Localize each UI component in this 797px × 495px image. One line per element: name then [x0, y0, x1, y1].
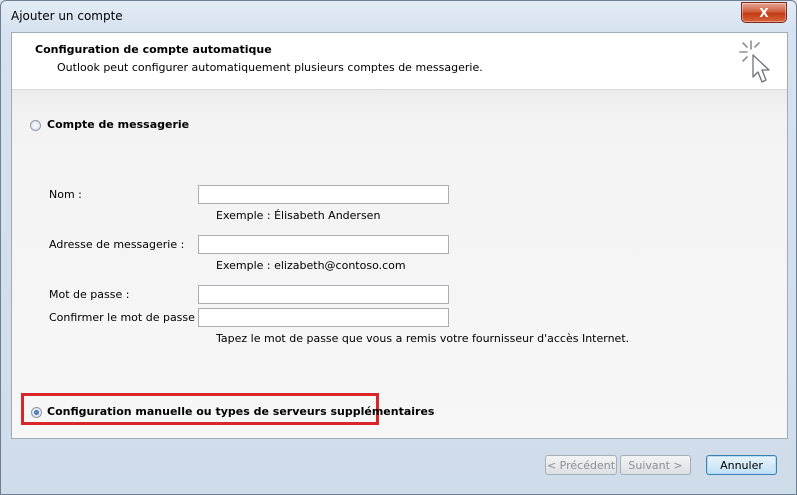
close-button[interactable]: X — [741, 2, 787, 23]
dialog-window: Ajouter un compte X Configuration de com… — [0, 0, 797, 495]
name-label: Nom : — [49, 188, 82, 201]
manual-config-radio-label[interactable]: Configuration manuelle ou types de serve… — [47, 405, 434, 418]
confirm-password-label: Confirmer le mot de passe : — [49, 311, 203, 324]
cancel-button[interactable]: Annuler — [706, 455, 777, 475]
close-icon: X — [759, 5, 769, 20]
manual-config-radio[interactable] — [31, 407, 42, 418]
previous-button[interactable]: < Précédent — [545, 455, 617, 475]
wizard-header: Configuration de compte automatique Outl… — [12, 33, 787, 90]
email-field[interactable] — [198, 235, 449, 254]
window-title: Ajouter un compte — [11, 9, 123, 23]
email-account-radio[interactable] — [30, 120, 41, 131]
email-account-radio-label[interactable]: Compte de messagerie — [47, 118, 189, 131]
content-panel: Configuration de compte automatique Outl… — [11, 32, 788, 439]
confirm-password-field[interactable] — [198, 308, 449, 327]
header-title: Configuration de compte automatique — [35, 43, 272, 56]
header-subtitle: Outlook peut configurer automatiquement … — [57, 61, 483, 74]
wizard-cursor-icon — [739, 40, 770, 83]
password-label: Mot de passe : — [49, 288, 130, 301]
password-field[interactable] — [198, 285, 449, 304]
password-hint: Tapez le mot de passe que vous a remis v… — [216, 332, 630, 345]
next-button[interactable]: Suivant > — [620, 455, 691, 475]
name-field[interactable] — [198, 185, 449, 204]
name-hint: Exemple : Élisabeth Andersen — [216, 209, 381, 222]
email-hint: Exemple : elizabeth@contoso.com — [216, 259, 406, 272]
email-label: Adresse de messagerie : — [49, 238, 185, 251]
